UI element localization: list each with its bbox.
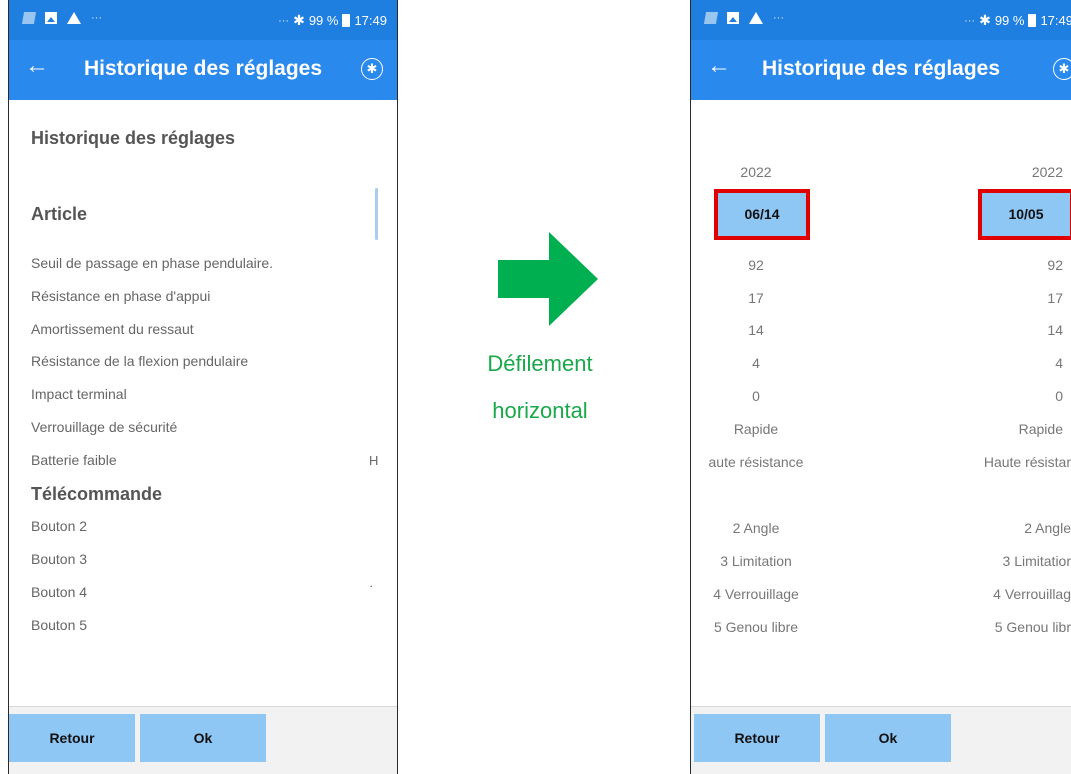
more-status-icon: ··· xyxy=(278,14,290,27)
right-arrow-icon xyxy=(470,232,610,332)
image-notification-icon xyxy=(45,12,57,24)
table-cell: 4 Verrouillage xyxy=(713,586,799,602)
clipped-value: · xyxy=(369,578,374,593)
app-bar: ← Historique des réglages ✱ xyxy=(9,40,397,100)
bottom-button-bar: Retour Ok xyxy=(9,706,397,774)
warning-icon xyxy=(749,12,763,24)
table-cell: 3 Limitation xyxy=(720,553,792,569)
app-bar: ← Historique des réglages ✱ xyxy=(691,40,1071,100)
table-cell: 17 xyxy=(748,290,764,306)
table-cell: 5 Genou libr xyxy=(994,619,1071,635)
list-item: Bouton 5 xyxy=(31,617,88,633)
annotation-line-1: Défilement xyxy=(487,351,593,376)
table-cell: 2 Angle xyxy=(732,520,780,536)
table-cell: 5 Genou libre xyxy=(713,619,799,635)
clock: 17:49 xyxy=(1040,13,1071,28)
bluetooth-status-icon: ✱ xyxy=(293,12,305,28)
clipped-value: H xyxy=(369,453,379,468)
back-button[interactable]: Retour xyxy=(9,714,135,762)
image-notification-icon xyxy=(727,12,739,24)
list-item: Verrouillage de sécurité xyxy=(31,419,178,435)
app-title: Historique des réglages xyxy=(761,57,1001,80)
group-header-article: Article xyxy=(31,204,88,224)
table-cell: Rapide xyxy=(733,421,779,437)
no-sim-icon xyxy=(21,12,37,24)
table-cell: 0 xyxy=(1055,388,1063,404)
annotation-line-2: horizontal xyxy=(492,398,588,423)
table-cell: 3 Limitatior xyxy=(1002,553,1071,569)
group-header-remote: Télécommande xyxy=(31,484,163,504)
scrollbar[interactable] xyxy=(375,188,378,240)
list-item: Impact terminal xyxy=(31,386,127,402)
more-status-icon: ··· xyxy=(964,14,976,27)
table-cell: 92 xyxy=(748,257,764,273)
table-cell: 14 xyxy=(748,322,764,338)
right-phone-screen: ··· ··· ✱ 99 % 17:49 ← Historique des ré… xyxy=(690,0,1071,774)
ok-button[interactable]: Ok xyxy=(140,714,266,762)
status-bar: ··· ··· ✱ 99 % 17:49 xyxy=(9,0,397,40)
list-item: Résistance en phase d'appui xyxy=(31,288,211,304)
battery-icon xyxy=(342,14,351,27)
more-notifications-icon: ··· xyxy=(91,12,102,24)
clock: 17:49 xyxy=(354,13,387,28)
list-item: Résistance de la flexion pendulaire xyxy=(31,353,249,369)
table-cell: 4 xyxy=(1055,355,1063,371)
bottom-button-bar: Retour Ok xyxy=(691,706,1071,774)
table-cell: 2 Angle xyxy=(1024,520,1071,536)
battery-icon xyxy=(1028,14,1037,27)
list-item: Bouton 4 xyxy=(31,584,88,600)
date-cell-selected[interactable]: 06/14 xyxy=(714,189,810,240)
left-phone-screen: ··· ··· ✱ 99 % 17:49 ← Historique des ré… xyxy=(8,0,398,774)
ok-button[interactable]: Ok xyxy=(825,714,951,762)
battery-percent: 99 % xyxy=(994,13,1025,28)
bluetooth-status-icon: ✱ xyxy=(979,12,991,28)
date-cell-selected[interactable]: 10/05 xyxy=(978,189,1071,240)
list-item: Batterie faible xyxy=(31,452,117,468)
list-item: Amortissement du ressaut xyxy=(31,321,194,337)
table-cell: Haute résistar xyxy=(983,454,1071,470)
column-year: 2022 xyxy=(1031,164,1063,180)
warning-icon xyxy=(67,12,81,24)
list-item: Bouton 2 xyxy=(31,518,88,534)
table-cell: 4 Verrouillag xyxy=(993,586,1071,602)
more-notifications-icon: ··· xyxy=(773,12,784,24)
table-cell: aute résistance xyxy=(708,454,804,470)
battery-percent: 99 % xyxy=(308,13,339,28)
back-button[interactable]: Retour xyxy=(694,714,820,762)
table-cell: 14 xyxy=(1047,322,1063,338)
settings-history-columns: 2022 06/14 92 17 14 4 0 Rapide aute rési… xyxy=(691,100,1071,706)
table-cell: 92 xyxy=(1047,257,1063,273)
table-cell: Rapide xyxy=(1018,421,1063,437)
column-year: 2022 xyxy=(740,164,772,180)
list-item: Seuil de passage en phase pendulaire. xyxy=(31,255,274,271)
app-title: Historique des réglages xyxy=(83,57,323,80)
no-sim-icon xyxy=(703,12,719,24)
status-bar: ··· ··· ✱ 99 % 17:49 xyxy=(691,0,1071,40)
table-cell: 4 xyxy=(752,355,760,371)
bluetooth-icon[interactable]: ✱ xyxy=(1053,58,1071,80)
table-cell: 17 xyxy=(1047,290,1063,306)
settings-history-list: Historique des réglages Article Seuil de… xyxy=(9,100,397,706)
table-cell: 0 xyxy=(752,388,760,404)
list-item: Bouton 3 xyxy=(31,551,88,567)
page-heading: Historique des réglages xyxy=(31,128,236,148)
bluetooth-icon[interactable]: ✱ xyxy=(361,58,383,80)
